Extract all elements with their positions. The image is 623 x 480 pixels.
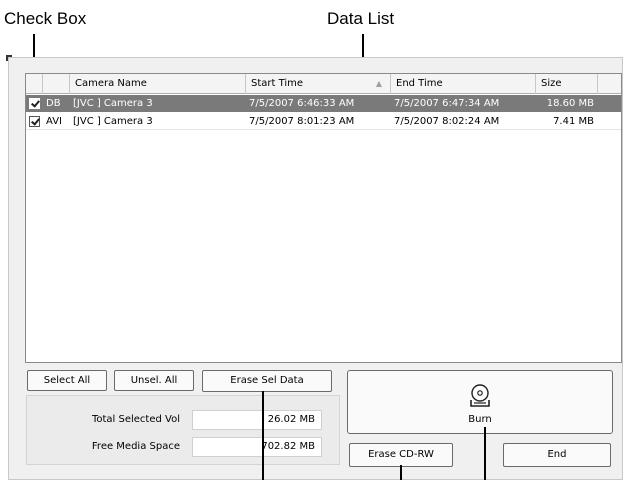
checkmark-icon[interactable] [29, 98, 40, 109]
burn-leader [484, 427, 486, 480]
list-row[interactable]: DB [JVC ] Camera 3 7/5/2007 6:46:33 AM 7… [26, 95, 621, 112]
disc-burn-icon [470, 384, 490, 407]
select-all-button[interactable]: Select All [27, 370, 107, 391]
burn-label: Burn [468, 414, 492, 425]
data-list-callout: Data List [327, 9, 395, 28]
column-header-size[interactable]: Size [536, 74, 598, 94]
free-media-space-label: Free Media Space [91, 441, 180, 452]
row-end-time: 7/5/2007 6:47:34 AM [394, 98, 500, 109]
row-size: 18.60 MB [546, 98, 594, 109]
sort-ascending-icon: ▲ [375, 79, 382, 88]
row-camera-name: [JVC ] Camera 3 [73, 116, 153, 127]
column-header-camera-name[interactable]: Camera Name [70, 74, 246, 94]
column-header-end-time[interactable]: End Time [391, 74, 536, 94]
row-start-time: 7/5/2007 8:01:23 AM [249, 116, 355, 127]
check-box-callout: Check Box [4, 9, 87, 28]
end-label: End [547, 449, 567, 460]
row-start-time: 7/5/2007 6:46:33 AM [249, 98, 355, 109]
burn-button[interactable]: Burn [347, 370, 613, 434]
column-header-start-time[interactable]: Start Time ▲ [246, 74, 391, 94]
row-camera-name: [JVC ] Camera 3 [73, 98, 153, 109]
erase-sel-data-leader [262, 391, 264, 480]
data-list[interactable]: Camera Name Start Time ▲ End Time Size D… [25, 73, 622, 363]
start-time-header-label: Start Time [251, 78, 304, 89]
row-checkbox-cell[interactable] [26, 113, 43, 130]
column-header-type[interactable] [43, 74, 70, 94]
erase-sel-data-button[interactable]: Erase Sel Data [202, 370, 332, 392]
row-size: 7.41 MB [553, 116, 594, 127]
row-type: DB [46, 98, 61, 109]
unselect-all-button[interactable]: Unsel. All [114, 370, 194, 391]
column-header-check[interactable] [26, 74, 43, 94]
row-type: AVI [46, 116, 62, 127]
checkmark-icon[interactable] [29, 116, 40, 127]
unselect-all-label: Unsel. All [130, 375, 178, 386]
total-selected-vol-value: 26.02 MB [192, 410, 322, 430]
erase-sel-data-label: Erase Sel Data [230, 375, 304, 386]
erase-cd-rw-label: Erase CD-RW [368, 449, 434, 460]
erase-cd-rw-button[interactable]: Erase CD-RW [349, 443, 453, 467]
burn-dialog-window: Camera Name Start Time ▲ End Time Size D… [8, 57, 623, 480]
volume-info-panel: Total Selected Vol 26.02 MB Free Media S… [26, 395, 340, 465]
end-button[interactable]: End [503, 443, 611, 467]
total-selected-vol-label: Total Selected Vol [91, 414, 180, 425]
free-media-space-value: 702.82 MB [192, 437, 322, 457]
list-row[interactable]: AVI [JVC ] Camera 3 7/5/2007 8:01:23 AM … [26, 113, 621, 130]
row-checkbox-cell[interactable] [26, 95, 43, 112]
select-all-label: Select All [43, 375, 91, 386]
list-header: Camera Name Start Time ▲ End Time Size [26, 74, 621, 94]
row-end-time: 7/5/2007 8:02:24 AM [394, 116, 500, 127]
column-header-filler [598, 74, 621, 94]
erase-cd-rw-leader [400, 465, 402, 480]
